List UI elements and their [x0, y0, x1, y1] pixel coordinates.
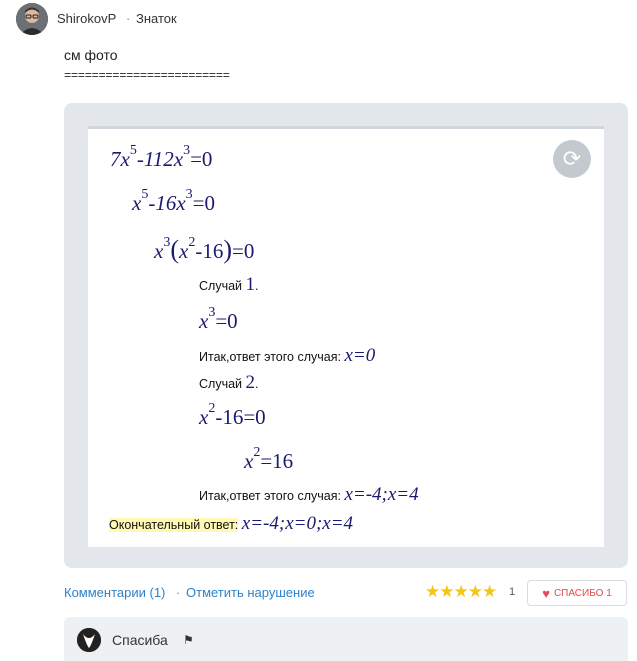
- header-separator: ·: [126, 11, 131, 26]
- answer-text: см фото: [64, 47, 118, 63]
- case-2-equation-1: x2-16=0: [199, 401, 266, 429]
- username-link[interactable]: ShirokovP: [57, 11, 116, 26]
- flag-icon[interactable]: ⚑: [183, 633, 194, 647]
- final-answer: Окончательный ответ: x=-4;x=0;x=4: [109, 513, 354, 534]
- case-2-heading: Случай 2.: [199, 372, 259, 393]
- comment-text: Спасиба: [112, 632, 168, 648]
- equation-3: x3(x2-16)=0: [154, 235, 255, 264]
- solution-image[interactable]: 7x5-112x3=0 x5-16x3=0 x3(x2-16)=0 Случай…: [88, 126, 604, 547]
- case-2-equation-2: x2=16: [244, 445, 294, 473]
- equation-1: 7x5-112x3=0: [110, 143, 213, 171]
- comments-link[interactable]: Комментарии (1): [64, 585, 165, 600]
- star-rating-icon[interactable]: ★★★★★: [425, 582, 497, 602]
- case-1-heading: Случай 1.: [199, 274, 259, 295]
- rotate-icon[interactable]: ⟳: [553, 140, 591, 178]
- case-1-equation: x3=0: [199, 305, 238, 333]
- user-avatar[interactable]: [16, 3, 48, 35]
- report-link[interactable]: Отметить нарушение: [186, 585, 315, 600]
- rating-count: 1: [509, 586, 516, 598]
- answer-divider-text: ========================: [64, 69, 230, 83]
- footer-separator: ·: [176, 585, 181, 600]
- case-1-answer: Итак,ответ этого случая: x=0: [199, 345, 376, 366]
- thanks-label: СПАСИБО 1: [553, 587, 612, 599]
- thanks-button[interactable]: ♥ СПАСИБО 1: [527, 580, 627, 606]
- commenter-avatar[interactable]: [77, 628, 101, 652]
- heart-icon: ♥: [542, 585, 550, 601]
- user-rank: Знаток: [136, 11, 177, 26]
- case-2-answer: Итак,ответ этого случая: x=-4;x=4: [199, 484, 419, 505]
- equation-2: x5-16x3=0: [132, 187, 215, 215]
